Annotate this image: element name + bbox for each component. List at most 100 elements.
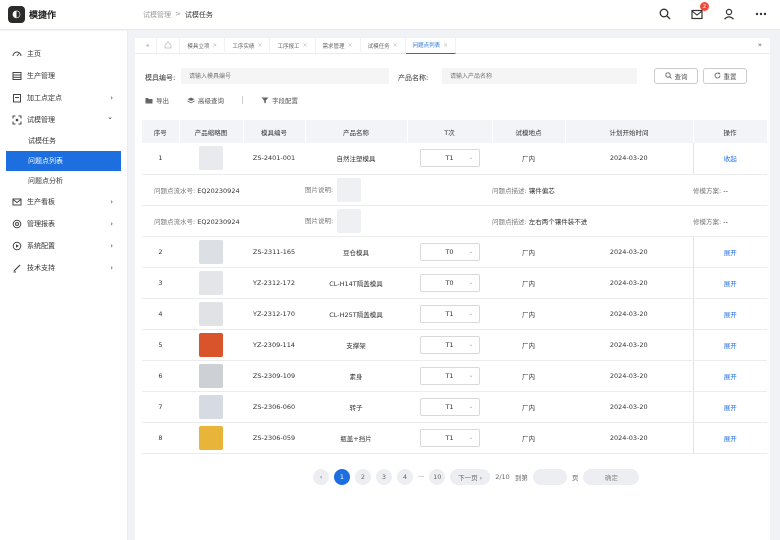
chevron-down-icon: ⌄ <box>468 433 474 441</box>
export-button[interactable]: 导出 <box>145 95 169 105</box>
advanced-search-button[interactable]: 高级查询 <box>187 95 224 105</box>
t-select[interactable]: T1 ⌄ <box>419 366 480 385</box>
trial-location: 厂内 <box>492 236 565 268</box>
search-button[interactable]: 查询 <box>654 68 698 84</box>
expand-toggle-link[interactable]: 展开 <box>724 311 737 319</box>
expand-toggle-link[interactable]: 展开 <box>724 342 737 350</box>
expand-toggle-link[interactable]: 展开 <box>724 404 737 412</box>
message-icon[interactable]: 2 <box>690 2 709 21</box>
t-select[interactable]: T0 ⌄ <box>419 242 480 261</box>
expand-icon <box>12 115 22 125</box>
tab-trial-task[interactable]: 试模任务 × <box>361 37 406 54</box>
repair-plan-label: 修模方案: <box>693 186 722 195</box>
expand-toggle-link[interactable]: 收起 <box>724 155 737 163</box>
tab-process-results[interactable]: 工序实绩 × <box>225 37 271 54</box>
sidebar-item-label: 技术支持 <box>27 264 55 272</box>
product-name: 支撑架 <box>305 329 407 361</box>
close-icon[interactable]: × <box>348 42 353 49</box>
tab-issue-list[interactable]: 问题点列表 × <box>405 37 457 54</box>
page-button[interactable]: 1 <box>334 469 350 485</box>
thumbnail-cell <box>179 267 243 299</box>
expand-toggle-link[interactable]: 展开 <box>724 373 737 381</box>
sidebar-item-home[interactable]: 主页 <box>0 43 127 65</box>
goto-page-input[interactable] <box>532 469 567 485</box>
product-thumbnail[interactable] <box>199 425 223 450</box>
issue-picture-thumbnail[interactable] <box>337 177 362 202</box>
sidebar-item-dashboard[interactable]: 生产看板 › <box>0 191 127 213</box>
row-number: 1 <box>142 143 179 175</box>
expand-toggle-link[interactable]: 展开 <box>724 249 737 257</box>
expand-toggle-link[interactable]: 展开 <box>724 435 737 443</box>
sidebar-item-trial-management[interactable]: 试模管理 ⌄ <box>0 109 127 131</box>
next-page-button[interactable]: 下一页 › <box>450 469 491 485</box>
sidebar-item-system-config[interactable]: 系统配置 › <box>0 235 127 257</box>
product-thumbnail[interactable] <box>199 270 223 295</box>
close-icon[interactable]: × <box>257 42 262 49</box>
t-select[interactable]: T1 ⌄ <box>419 304 480 323</box>
sidebar-item-support[interactable]: 技术支持 › <box>0 257 127 279</box>
trial-location: 厂内 <box>492 422 565 454</box>
sidebar-subitem-issue-list[interactable]: 问题点列表 <box>6 151 121 171</box>
sidebar-subitem-trial-task[interactable]: 试模任务 <box>0 131 127 151</box>
prev-page-button[interactable]: ‹ <box>313 469 329 485</box>
more-icon[interactable] <box>754 7 768 21</box>
reset-button[interactable]: 重置 <box>703 68 747 84</box>
t-select[interactable]: T0 ⌄ <box>419 273 480 292</box>
page-button[interactable]: 3 <box>376 469 392 485</box>
page-button[interactable]: 4 <box>397 469 413 485</box>
mold-number: ZS-2309-109 <box>243 360 305 392</box>
product-thumbnail[interactable] <box>199 239 223 264</box>
thumbnail-cell <box>179 422 243 454</box>
tabs-scroll-left[interactable]: « <box>139 37 158 54</box>
picture-label: 图片说明: <box>305 216 334 225</box>
table-row: 5 YZ-2309-114 支撑架 T1 ⌄ 厂内 2024-03-20 展开 <box>142 329 767 361</box>
tab-home[interactable] <box>157 37 181 54</box>
filter-icon <box>261 97 269 104</box>
page-total: 2/10 <box>495 473 510 481</box>
sidebar-item-label: 加工点定点 <box>27 94 62 102</box>
pagination: ‹ 1 2 3 4 ··· 10 下一页 › 2/10 到第 页 确定 <box>313 469 640 485</box>
tab-demand-management[interactable]: 需求管理 × <box>316 37 361 54</box>
breadcrumb-parent[interactable]: 试模管理 <box>143 10 171 20</box>
t-select[interactable]: T1 ⌄ <box>419 397 480 416</box>
sidebar-item-reports[interactable]: 管理报表 › <box>0 213 127 235</box>
layers-icon <box>187 97 195 104</box>
t-select[interactable]: T1 ⌄ <box>419 428 480 447</box>
page-button[interactable]: 10 <box>429 469 446 485</box>
product-thumbnail[interactable] <box>199 146 223 171</box>
t-select[interactable]: T1 ⌄ <box>419 149 480 168</box>
close-icon[interactable]: × <box>302 42 307 49</box>
sidebar-item-label: 生产管理 <box>27 72 55 80</box>
expand-toggle-link[interactable]: 展开 <box>724 280 737 288</box>
product-thumbnail[interactable] <box>199 332 223 357</box>
issue-description-label: 问题点描述: <box>492 217 527 226</box>
product-thumbnail[interactable] <box>199 301 223 326</box>
confirm-page-button[interactable]: 确定 <box>583 469 640 485</box>
product-thumbnail[interactable] <box>199 363 223 388</box>
close-icon[interactable]: × <box>393 42 398 49</box>
app-logo[interactable]: ◐ 模捷作 <box>8 6 56 23</box>
search-icon[interactable] <box>658 7 672 21</box>
sidebar-item-label: 试模管理 <box>27 116 55 124</box>
issue-flow-number: EQ20230924 <box>197 186 240 195</box>
mold-number-input[interactable] <box>181 68 389 84</box>
tab-mold-project[interactable]: 模具立项 × <box>180 37 226 54</box>
issue-picture-thumbnail[interactable] <box>337 208 362 233</box>
close-icon[interactable]: × <box>443 42 448 49</box>
page-unit-label: 页 <box>571 474 579 482</box>
page-button[interactable]: 2 <box>355 469 371 485</box>
sidebar-subitem-issue-analysis[interactable]: 问题点分析 <box>0 171 127 191</box>
close-icon[interactable]: × <box>212 42 217 49</box>
column-config-button[interactable]: 字段配置 <box>261 95 298 105</box>
chevron-down-icon: ⌄ <box>107 113 113 121</box>
tab-process-report[interactable]: 工序报工 × <box>270 37 316 54</box>
sidebar-item-production[interactable]: 生产管理 <box>0 65 127 87</box>
sidebar-item-machining[interactable]: 加工点定点 › <box>0 87 127 109</box>
user-icon[interactable] <box>722 7 736 21</box>
t-select[interactable]: T1 ⌄ <box>419 335 480 354</box>
product-thumbnail[interactable] <box>199 394 223 419</box>
product-name-input[interactable] <box>442 68 637 84</box>
tabs-scroll-right[interactable]: » <box>758 41 762 49</box>
operation-cell: 展开 <box>692 236 767 268</box>
chevron-down-icon: ⌄ <box>468 247 474 255</box>
